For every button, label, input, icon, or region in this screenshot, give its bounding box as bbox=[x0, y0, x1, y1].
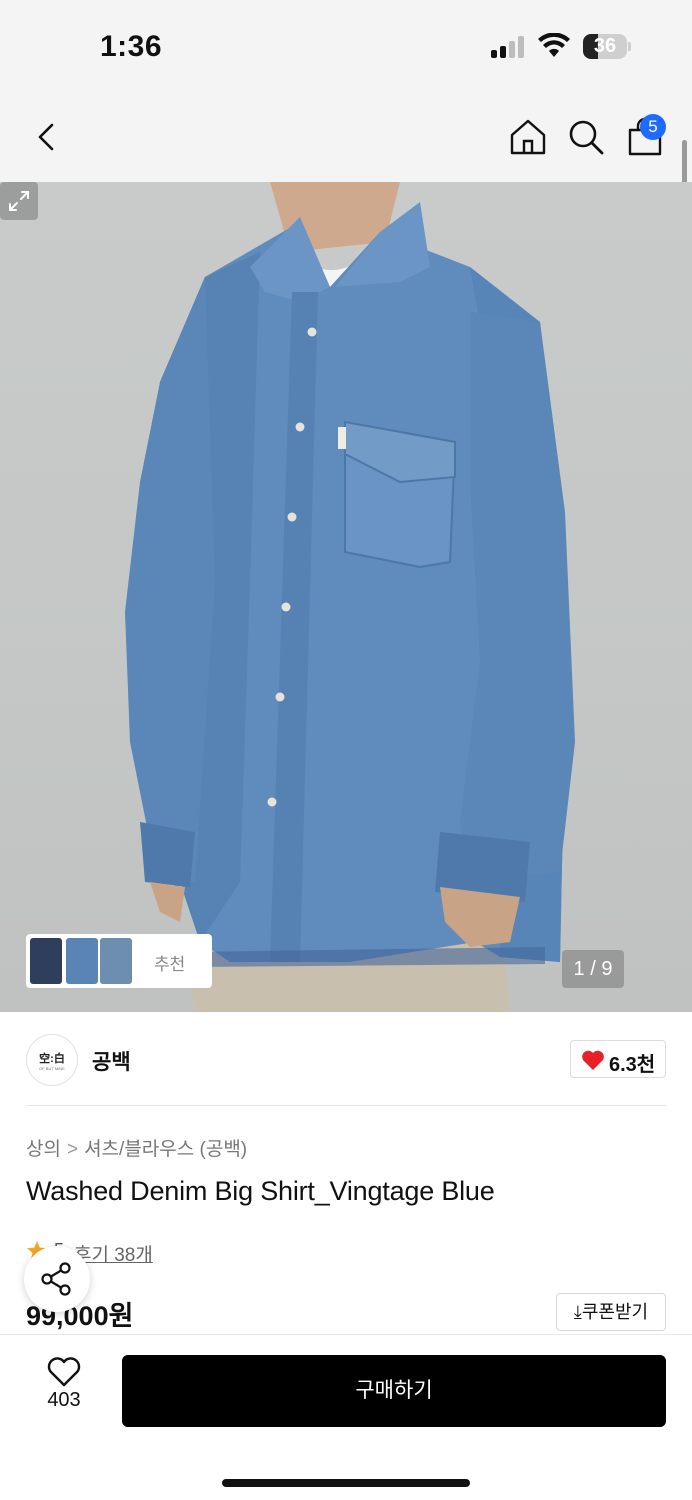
brand-row[interactable]: 空:白 OF BUT MINE 공백 6.3천 bbox=[0, 1012, 692, 1106]
related-thumbnail[interactable] bbox=[100, 938, 132, 984]
related-label: 추천 bbox=[154, 955, 186, 974]
status-time: 1:36 bbox=[100, 30, 163, 63]
share-icon bbox=[41, 1262, 71, 1296]
cellular-signal-icon bbox=[491, 36, 527, 58]
wishlist-button[interactable]: 403 bbox=[34, 1357, 94, 1421]
share-button[interactable] bbox=[24, 1246, 90, 1312]
battery-tip bbox=[628, 42, 631, 51]
brand-logo[interactable]: 空:白 OF BUT MINE bbox=[26, 1034, 78, 1086]
breadcrumb-item[interactable]: 상의 bbox=[26, 1139, 61, 1160]
purchase-bar: 403 구매하기 bbox=[0, 1334, 692, 1500]
brand-logo-subtext: OF BUT MINE bbox=[39, 1066, 65, 1071]
image-page-indicator: 1 / 9 bbox=[562, 950, 624, 988]
related-items-card[interactable]: 추천 › bbox=[26, 934, 212, 988]
status-bar: 1:36 36 bbox=[0, 0, 692, 92]
product-title: Washed Denim Big Shirt_Vingtage Blue bbox=[26, 1176, 495, 1206]
top-navigation bbox=[0, 92, 692, 182]
brand-like-count: 6.3천 bbox=[609, 1054, 656, 1076]
battery-icon: 36 bbox=[583, 34, 627, 59]
battery-level: 36 bbox=[593, 35, 617, 57]
brand-logo-text: 空:白 bbox=[39, 1053, 65, 1065]
brand-name[interactable]: 공백 bbox=[92, 1046, 131, 1076]
home-icon[interactable] bbox=[508, 117, 548, 157]
home-indicator[interactable] bbox=[222, 1479, 470, 1487]
search-icon[interactable] bbox=[567, 118, 605, 156]
expand-icon[interactable] bbox=[0, 182, 38, 220]
product-photo bbox=[125, 182, 575, 1012]
breadcrumb-separator: > bbox=[66, 1139, 79, 1160]
category-breadcrumb: 상의 > 셔츠/블라우스 (공백) bbox=[26, 1134, 247, 1161]
brand-like-button[interactable]: 6.3천 bbox=[570, 1040, 666, 1078]
breadcrumb-item[interactable]: 셔츠/블라우스 (공백) bbox=[84, 1139, 247, 1160]
wifi-icon bbox=[538, 33, 570, 57]
heart-filled-icon bbox=[582, 1050, 604, 1070]
coupon-download-button[interactable]: ⤓쿠폰받기 bbox=[556, 1293, 666, 1331]
related-thumbnail[interactable] bbox=[30, 938, 62, 984]
buy-button[interactable]: 구매하기 bbox=[122, 1355, 666, 1427]
back-button[interactable] bbox=[30, 120, 64, 154]
product-image-gallery[interactable]: 추천 › 1 / 9 bbox=[0, 182, 692, 1012]
related-thumbnail[interactable] bbox=[66, 938, 98, 984]
heart-outline-icon bbox=[47, 1357, 81, 1387]
wishlist-count: 403 bbox=[47, 1389, 81, 1411]
cart-count-badge: 5 bbox=[640, 114, 666, 140]
divider bbox=[26, 1105, 666, 1106]
